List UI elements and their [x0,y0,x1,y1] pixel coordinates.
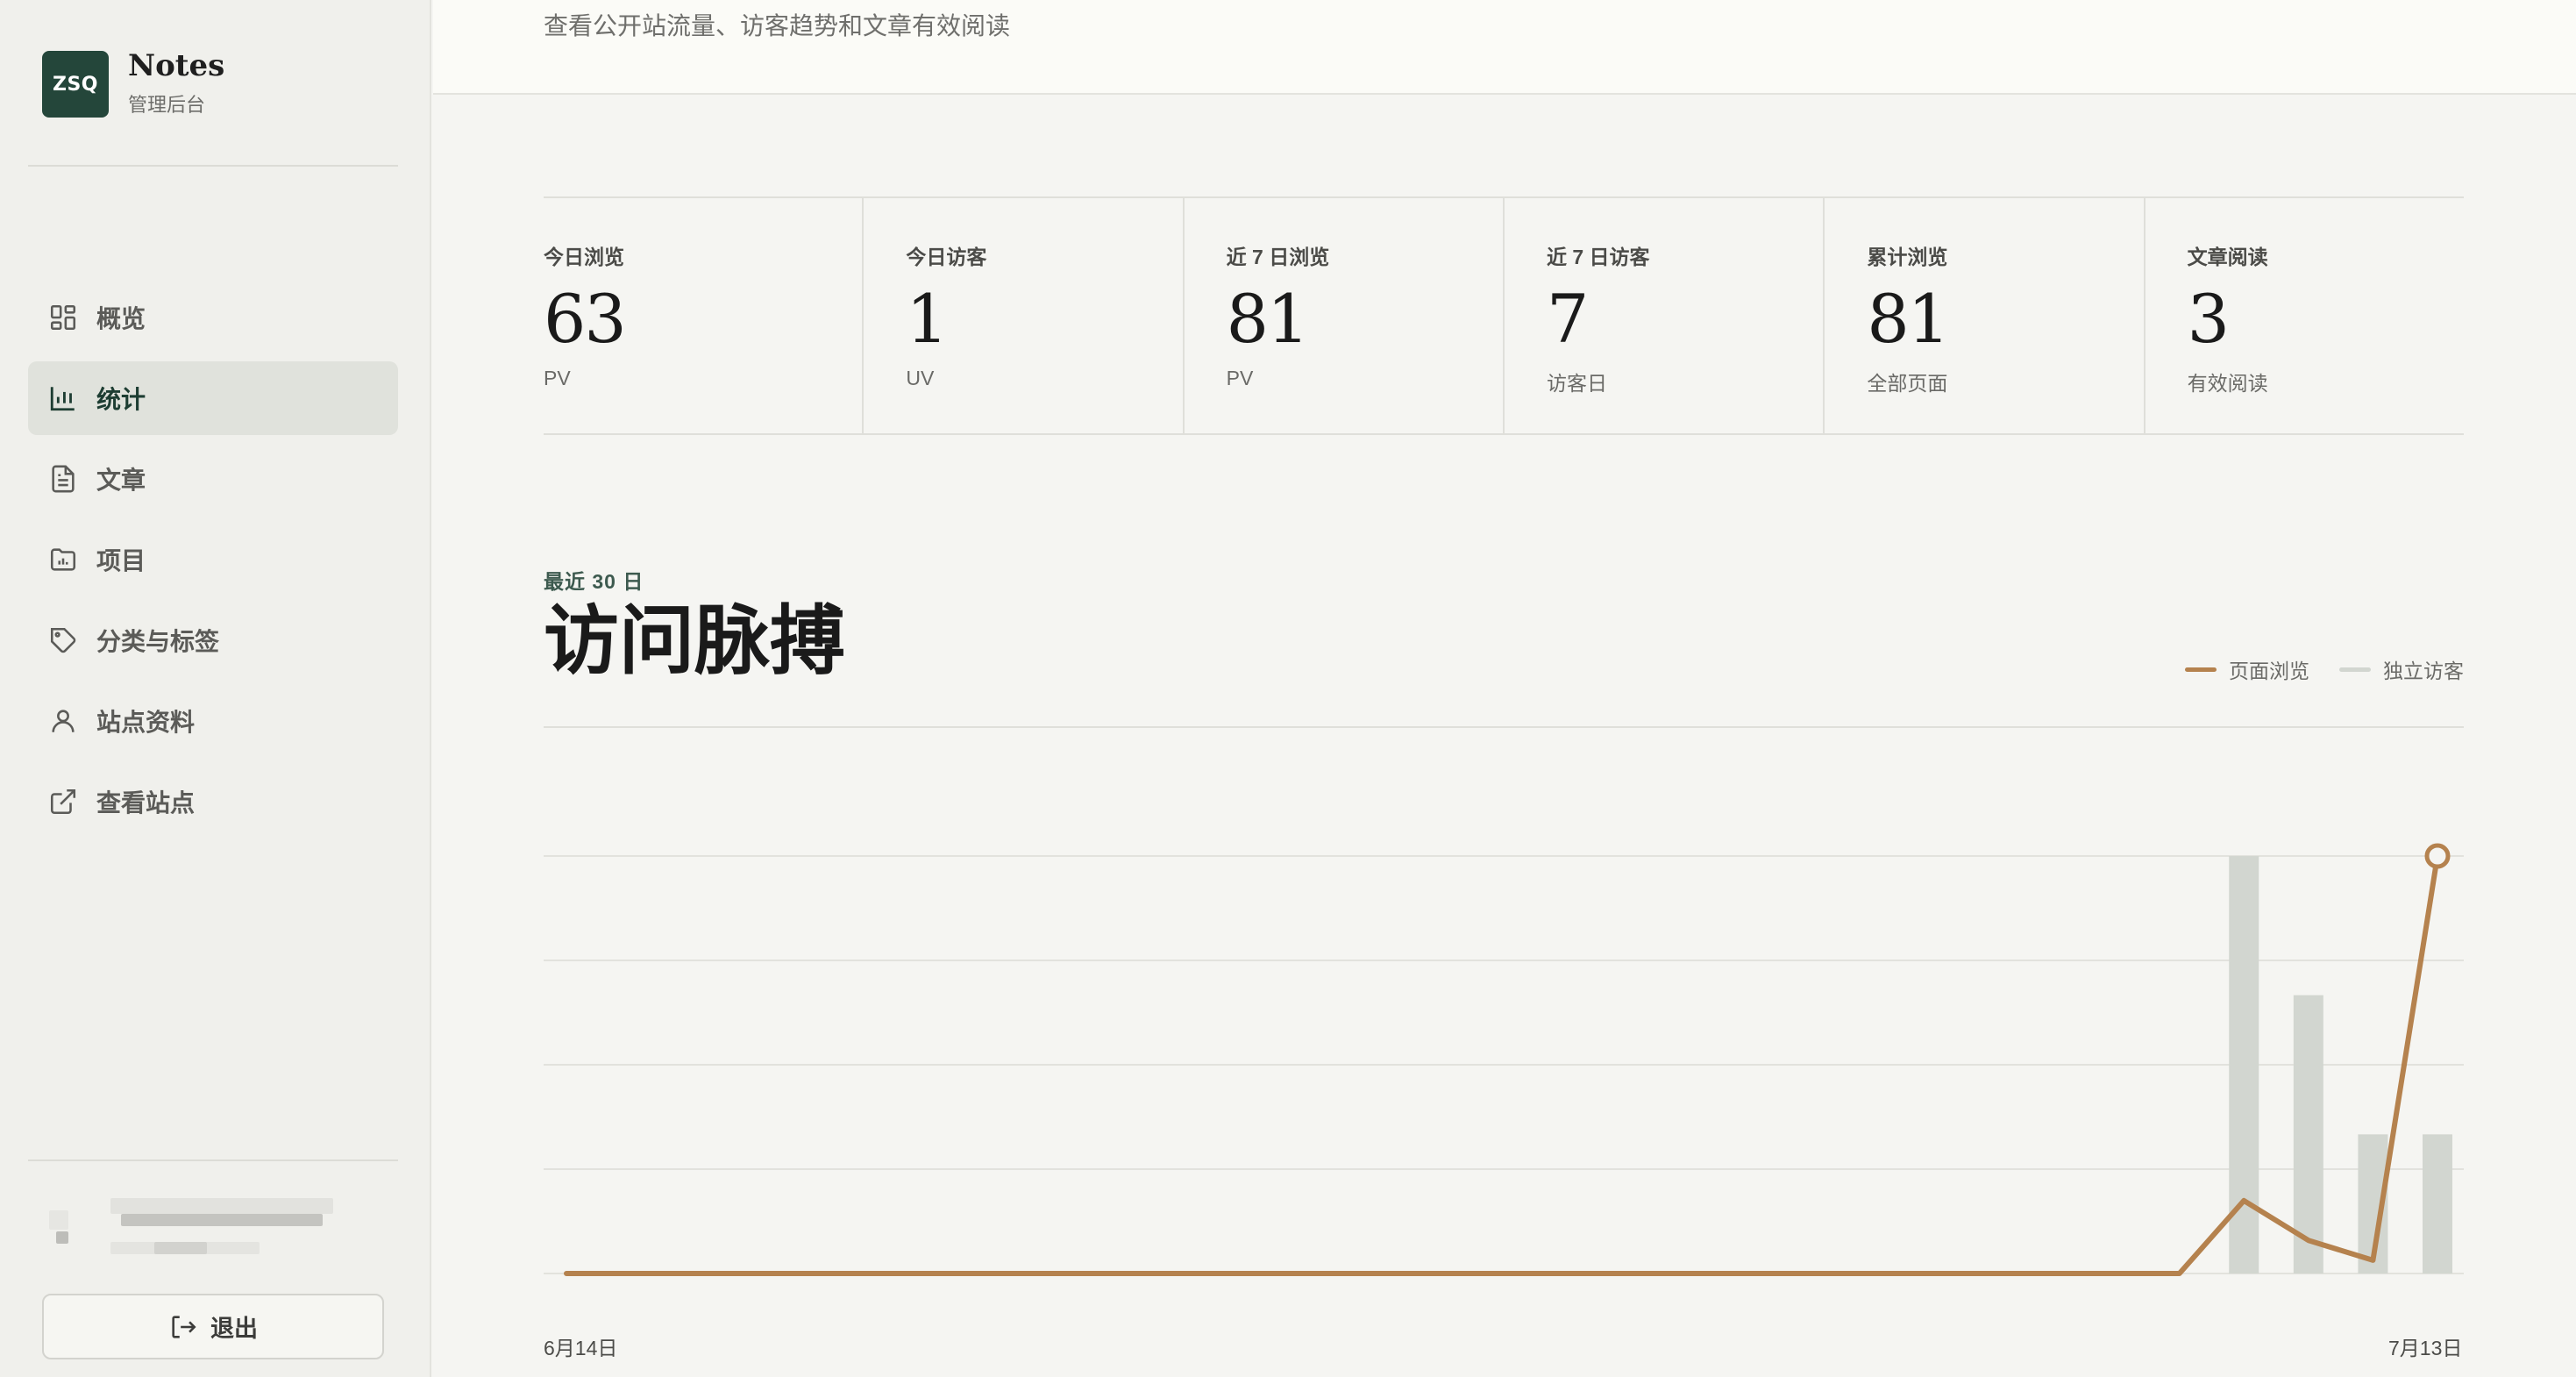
external-link-icon [47,786,79,817]
stat-unit: 全部页面 [1867,372,1948,395]
stat-value: 7 [1546,280,1589,358]
legend-label: 页面浏览 [2229,660,2309,682]
brand[interactable]: ZSQ Notes 管理后台 [42,51,224,118]
sidebar: ZSQ Notes 管理后台 概览 统计 文章 项目 分类与标签 站点资料 查看… [0,0,431,1377]
stat-unit: PV [1226,367,1254,389]
tag-icon [47,624,79,656]
sidebar-nav: 概览 统计 文章 项目 分类与标签 站点资料 查看站点 [28,281,398,845]
sidebar-divider [28,165,398,167]
stat-card-7d-visitors: 近 7 日访客 7 访客日 [1505,198,1825,433]
legend-item-pageviews: 页面浏览 [2185,654,2309,684]
stat-value: 1 [906,280,948,358]
sidebar-item-label: 项目 [96,547,146,574]
stat-card-total-views: 累计浏览 81 全部页面 [1825,198,2145,433]
logout-button[interactable]: 退出 [42,1294,384,1359]
stat-unit: 访客日 [1546,372,1607,395]
sidebar-item-stats[interactable]: 统计 [28,361,398,435]
brand-subtitle: 管理后台 [128,94,206,116]
sidebar-item-projects[interactable]: 项目 [28,523,398,596]
grid-icon [47,302,79,333]
document-icon [47,463,79,495]
stat-card-7d-views: 近 7 日浏览 81 PV [1185,198,1505,433]
stat-label: 近 7 日访客 [1546,246,1650,268]
visitor-bar[interactable] [2423,1134,2452,1274]
chart-title: 访问脉搏 [544,596,845,685]
sidebar-item-label: 文章 [96,467,146,494]
sidebar-item-label: 统计 [96,386,146,413]
bar-chart-icon [47,382,79,414]
sidebar-item-categories-tags[interactable]: 分类与标签 [28,603,398,677]
user-icon [47,705,79,737]
x-axis-start-label: 6月14日 [544,1337,618,1359]
stat-card-today-visitors: 今日访客 1 UV [864,198,1185,433]
stat-value: 81 [1226,280,1310,358]
sidebar-item-label: 分类与标签 [96,628,220,655]
visits-chart [544,843,2464,1276]
stat-label: 文章阅读 [2187,246,2268,268]
sidebar-item-overview[interactable]: 概览 [28,281,398,354]
stat-card-article-reads: 文章阅读 3 有效阅读 [2145,198,2464,433]
brand-logo: ZSQ [42,51,109,118]
stat-label: 今日浏览 [544,246,624,268]
folder-icon [47,544,79,575]
stat-card-today-views: 今日浏览 63 PV [544,198,865,433]
legend-swatch [2339,667,2371,672]
stat-cards: 今日浏览 63 PV 今日访客 1 UV 近 7 日浏览 81 PV 近 7 日… [544,196,2464,435]
logout-label: 退出 [210,1316,258,1342]
stat-unit: 有效阅读 [2187,372,2268,395]
page-header: 查看公开站流量、访客趋势和文章有效阅读 [433,0,2576,95]
sidebar-item-articles[interactable]: 文章 [28,442,398,516]
sidebar-divider [28,1159,398,1161]
stat-label: 今日访客 [906,246,987,268]
legend-item-visitors: 独立访客 [2339,654,2464,684]
stat-value: 63 [544,280,627,358]
stat-value: 81 [1867,280,1950,358]
legend-label: 独立访客 [2383,660,2464,682]
stat-value: 3 [2187,280,2230,358]
x-axis-end-label: 7月13日 [2388,1337,2463,1359]
stat-unit: UV [906,367,935,389]
chart-legend: 页面浏览 独立访客 [2155,654,2464,684]
user-card-redacted [49,1193,338,1263]
stat-label: 累计浏览 [1867,246,1948,268]
sidebar-item-site-profile[interactable]: 站点资料 [28,684,398,758]
brand-name: Notes [128,48,225,83]
sidebar-item-label: 站点资料 [96,709,196,736]
stat-label: 近 7 日浏览 [1226,246,1330,268]
page-subtitle: 查看公开站流量、访客趋势和文章有效阅读 [544,12,1011,39]
sidebar-item-view-site[interactable]: 查看站点 [28,765,398,838]
sidebar-item-label: 查看站点 [96,789,196,817]
pageview-endpoint[interactable] [2424,843,2451,869]
chart-eyebrow: 最近 30 日 [544,570,644,593]
logout-icon [172,1315,196,1338]
stat-unit: PV [544,367,571,389]
sidebar-item-label: 概览 [96,305,146,332]
legend-swatch [2185,667,2217,672]
